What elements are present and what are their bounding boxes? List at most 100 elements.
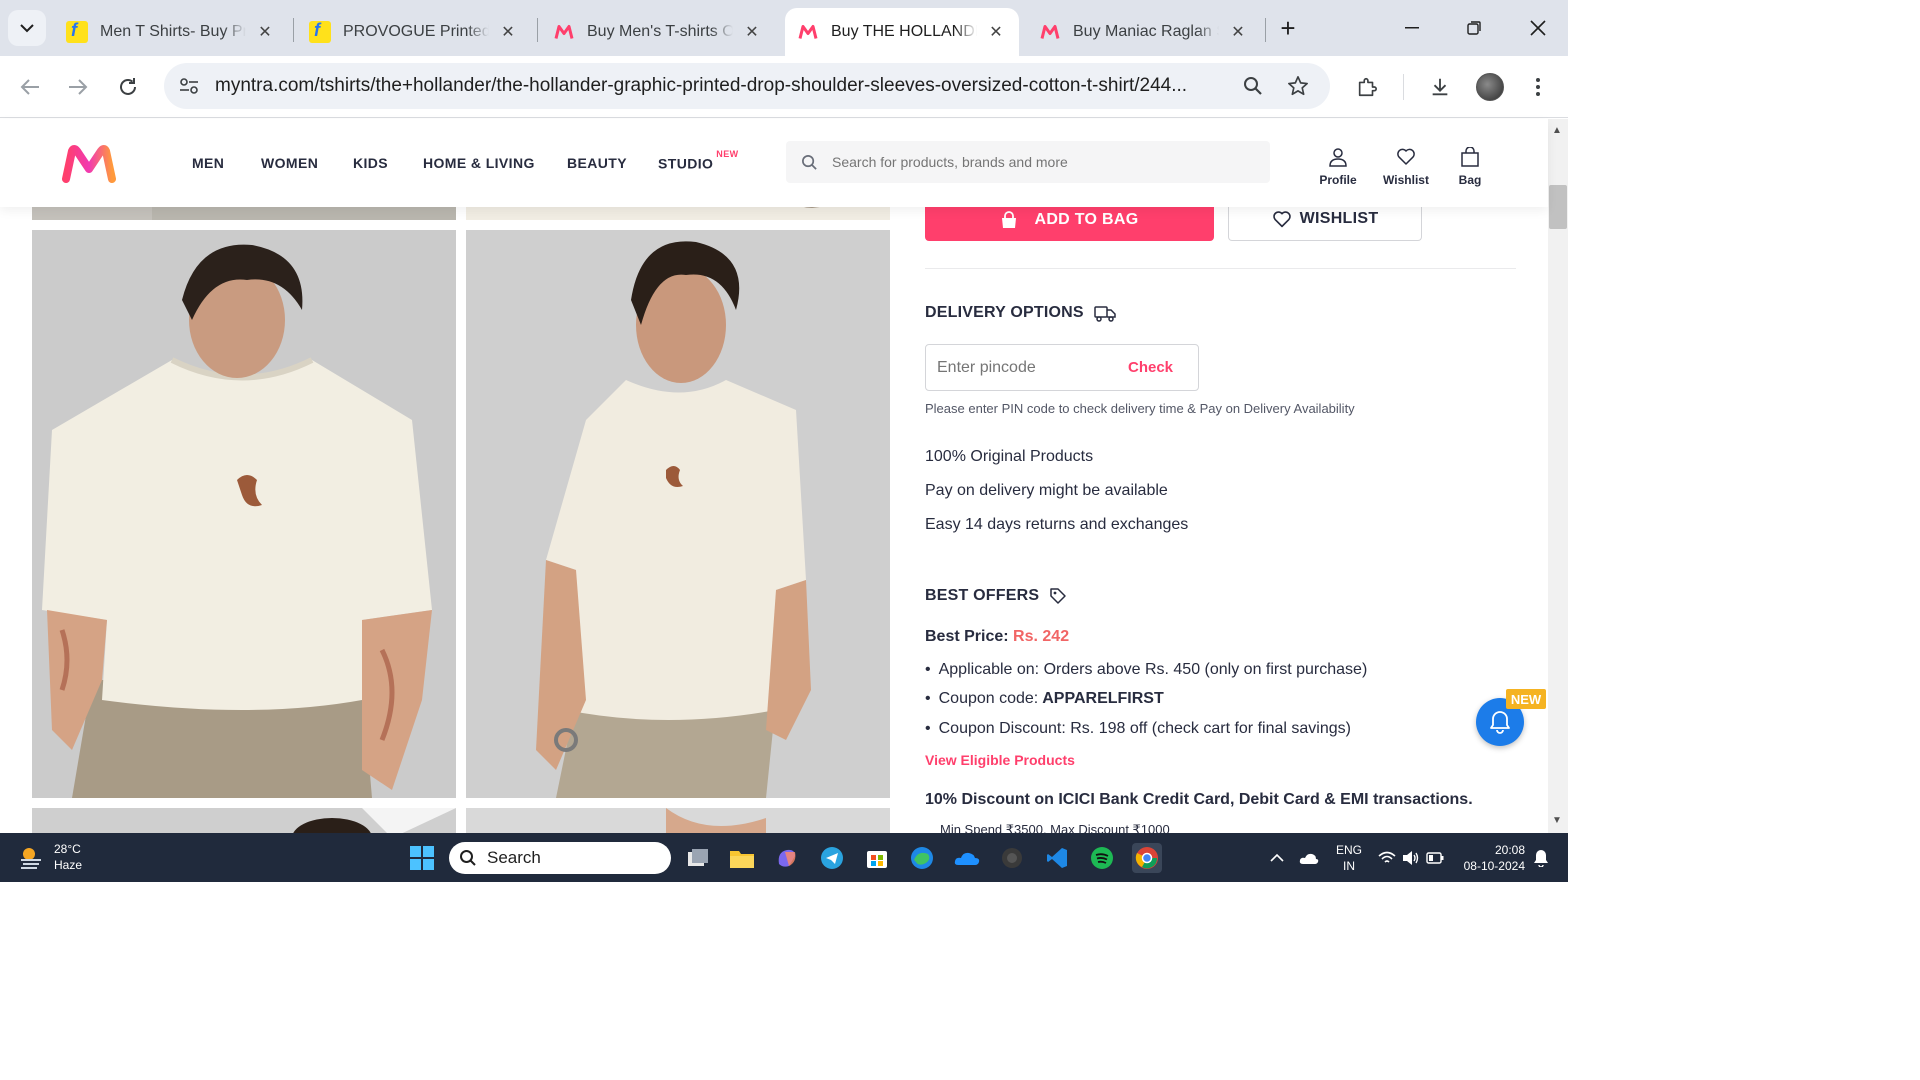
nav-studio-label: STUDIO <box>658 155 714 172</box>
pincode-input[interactable] <box>926 358 1126 377</box>
view-eligible-products-link[interactable]: View Eligible Products <box>925 752 1075 768</box>
app-icon[interactable] <box>997 843 1027 873</box>
microsoft-store-icon[interactable] <box>862 843 892 873</box>
nav-kids[interactable]: KIDS <box>353 155 388 171</box>
task-view-icon[interactable] <box>683 843 713 873</box>
edge-icon[interactable] <box>907 843 937 873</box>
scroll-down-icon[interactable]: ▼ <box>1552 815 1562 826</box>
user-icon <box>1329 148 1347 167</box>
nav-beauty[interactable]: BEAUTY <box>567 155 627 171</box>
close-tab-icon[interactable]: ✕ <box>741 22 763 42</box>
bag-button[interactable]: Bag <box>1440 147 1500 187</box>
close-tab-icon[interactable]: ✕ <box>985 22 1007 42</box>
site-settings-icon[interactable] <box>172 69 206 103</box>
tag-icon <box>1049 587 1067 605</box>
myntra-favicon-icon <box>1039 21 1061 43</box>
extensions-button[interactable] <box>1350 70 1384 104</box>
nav-women[interactable]: WOMEN <box>261 155 318 171</box>
myntra-logo[interactable] <box>62 145 116 188</box>
best-offers-title: BEST OFFERS <box>925 587 1040 604</box>
chrome-icon[interactable] <box>1132 843 1162 873</box>
divider <box>925 268 1516 269</box>
product-image-partial[interactable] <box>32 808 456 833</box>
close-tab-icon[interactable]: ✕ <box>254 22 276 42</box>
product-image-side[interactable] <box>466 230 890 798</box>
battery-icon[interactable] <box>1420 843 1450 873</box>
telegram-icon[interactable] <box>817 843 847 873</box>
feature-item: Pay on delivery might be available <box>925 482 1168 499</box>
heart-icon <box>1272 211 1291 228</box>
offer-list-item: Coupon code: APPARELFIRST <box>925 690 1164 708</box>
zoom-icon[interactable] <box>1236 69 1270 103</box>
tab-title: Buy Maniac Raglan Sleeves <box>1073 23 1219 40</box>
myntra-favicon-icon <box>553 21 575 43</box>
tab-search-button[interactable] <box>8 10 46 46</box>
profile-button[interactable]: Profile <box>1308 147 1368 187</box>
truck-icon <box>1094 304 1116 322</box>
offer-list-item: Applicable on: Orders above Rs. 450 (onl… <box>925 661 1368 679</box>
browser-tab[interactable]: PROVOGUE Printed Men Round Neck ✕ <box>297 8 531 56</box>
search-icon[interactable] <box>786 141 832 183</box>
delivery-options-heading: DELIVERY OPTIONS <box>925 304 1116 322</box>
start-button[interactable] <box>410 846 434 875</box>
downloads-button[interactable] <box>1423 70 1457 104</box>
browser-tab[interactable]: Men T Shirts- Buy Printed, Striped ✕ <box>54 8 288 56</box>
browser-tab-active[interactable]: Buy THE HOLLANDER Graphic Printed ✕ <box>785 8 1019 56</box>
scroll-up-icon[interactable]: ▲ <box>1552 125 1562 136</box>
clock-date: 08-10-2024 <box>1463 859 1525 873</box>
tab-title: Men T Shirts- Buy Printed, Striped <box>100 23 246 40</box>
address-bar[interactable]: myntra.com/tshirts/the+hollander/the-hol… <box>164 63 1330 109</box>
copilot-icon[interactable] <box>772 843 802 873</box>
browser-tab[interactable]: Buy Maniac Raglan Sleeves ✕ <box>1027 8 1261 56</box>
restore-icon <box>1467 21 1481 35</box>
bookmark-star-icon[interactable] <box>1281 69 1315 103</box>
nav-men[interactable]: MEN <box>192 155 224 171</box>
notifications-icon[interactable] <box>1526 843 1556 873</box>
delivery-title: DELIVERY OPTIONS <box>925 304 1084 321</box>
wishlist-nav-button[interactable]: Wishlist <box>1376 147 1436 187</box>
close-window-button[interactable] <box>1518 10 1558 46</box>
bag-icon <box>1002 210 1017 228</box>
restore-button[interactable] <box>1454 10 1494 46</box>
vscode-icon[interactable] <box>1042 843 1072 873</box>
back-button[interactable] <box>13 70 47 104</box>
flipkart-favicon-icon <box>66 20 88 43</box>
show-hidden-icons-button[interactable] <box>1262 843 1292 873</box>
new-tab-button[interactable]: + <box>1268 10 1308 46</box>
product-image-front[interactable] <box>32 230 456 798</box>
minimize-button[interactable] <box>1392 10 1432 46</box>
tab-title: Buy Men's T-shirts Online <box>587 23 733 40</box>
close-tab-icon[interactable]: ✕ <box>497 22 519 42</box>
language-indicator[interactable]: ENG IN <box>1332 842 1366 874</box>
wishlist-nav-label: Wishlist <box>1383 173 1429 187</box>
product-image-partial[interactable] <box>466 808 890 833</box>
haze-weather-icon <box>21 848 41 869</box>
scrollbar-thumb[interactable] <box>1549 185 1567 229</box>
myntra-favicon-icon <box>797 21 819 43</box>
nav-studio[interactable]: STUDIONEW <box>658 149 739 172</box>
new-badge: NEW <box>1506 689 1546 709</box>
browser-tab[interactable]: Buy Men's T-shirts Online ✕ <box>541 8 775 56</box>
nav-home-living[interactable]: HOME & LIVING <box>423 155 535 171</box>
close-tab-icon[interactable]: ✕ <box>1227 22 1249 42</box>
coupon-code: APPARELFIRST <box>1042 690 1164 707</box>
taskbar-search[interactable]: Search <box>449 842 671 874</box>
cloud-icon[interactable] <box>1294 843 1324 873</box>
profile-avatar-button[interactable] <box>1473 70 1507 104</box>
site-search-bar <box>786 141 1270 183</box>
browser-menu-button[interactable] <box>1521 70 1555 104</box>
avatar <box>1476 73 1504 101</box>
system-clock[interactable]: 20:08 08-10-2024 <box>1455 842 1525 874</box>
check-pincode-button[interactable]: Check <box>1128 359 1173 376</box>
weather-widget[interactable]: 28°C Haze <box>18 841 82 873</box>
offer-text: Coupon code: <box>938 690 1039 707</box>
site-search-input[interactable] <box>832 154 1252 170</box>
file-explorer-icon[interactable] <box>727 843 757 873</box>
page-scrollbar[interactable]: ▲ ▼ <box>1548 119 1568 833</box>
reload-button[interactable] <box>111 70 145 104</box>
onedrive-icon[interactable] <box>952 843 982 873</box>
spotify-icon[interactable] <box>1087 843 1117 873</box>
forward-button[interactable] <box>61 70 95 104</box>
studio-new-badge: NEW <box>716 149 739 159</box>
site-header: MEN WOMEN KIDS HOME & LIVING BEAUTY STUD… <box>0 119 1548 207</box>
